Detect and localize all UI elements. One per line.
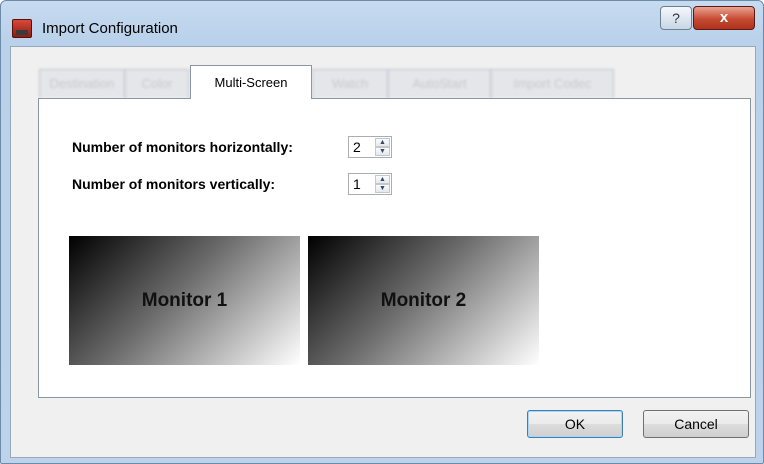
window-title: Import Configuration [42,20,178,37]
vertical-monitors-label: Number of monitors vertically: [72,176,276,192]
horizontal-monitors-value[interactable]: 2 [353,139,361,155]
vertical-monitors-value[interactable]: 1 [353,176,361,192]
horizontal-monitors-spinbox[interactable]: 2 ▲ ▼ [348,136,392,158]
tab-destination[interactable]: Destination [39,69,125,98]
tab-color[interactable]: Color [125,69,189,98]
help-button[interactable]: ? [660,6,692,30]
tab-import-codec[interactable]: Import Codec [491,69,614,98]
title-bar[interactable]: Import Configuration ? x [1,1,763,47]
dialog-window: Import Configuration ? x Destination Col… [0,0,764,464]
tab-watch[interactable]: Watch [312,69,388,98]
spin-down-icon[interactable]: ▼ [375,184,390,193]
tab-multi-screen[interactable]: Multi-Screen [190,65,312,99]
ok-button[interactable]: OK [527,410,623,438]
cancel-button[interactable]: Cancel [643,410,749,438]
spin-up-icon[interactable]: ▲ [375,175,390,184]
close-button[interactable]: x [693,6,755,30]
app-icon [12,19,32,38]
dialog-client-area: Destination Color Multi-Screen Watch Aut… [10,46,756,458]
monitor-preview-2: Monitor 2 [308,236,539,365]
monitor-preview-1: Monitor 1 [69,236,300,365]
spin-down-icon[interactable]: ▼ [375,147,390,156]
horizontal-monitors-label: Number of monitors horizontally: [72,139,293,155]
multi-screen-panel: Number of monitors horizontally: 2 ▲ ▼ N… [38,98,751,398]
tab-autostart[interactable]: AutoStart [388,69,491,98]
vertical-monitors-spinbox[interactable]: 1 ▲ ▼ [348,173,392,195]
spin-up-icon[interactable]: ▲ [375,138,390,147]
